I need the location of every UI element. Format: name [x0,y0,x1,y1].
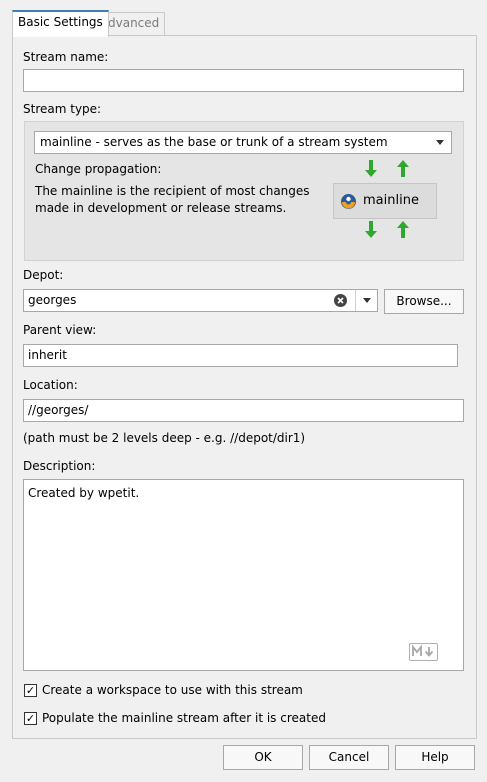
parent-view-input[interactable]: inherit [23,344,458,367]
cancel-button[interactable]: Cancel [309,745,389,770]
populate-stream-label: Populate the mainline stream after it is… [42,711,326,725]
stream-name-input[interactable] [23,69,464,92]
description-textarea[interactable]: Created by wpetit. [23,479,464,671]
mainline-diagram-node: mainline [333,183,437,219]
depot-label: Depot: [23,268,64,282]
ok-button-label: OK [254,750,272,764]
depot-combobox[interactable]: georges [23,289,378,312]
stream-type-select[interactable]: mainline - serves as the base or trunk o… [34,131,452,154]
description-label: Description: [23,459,96,473]
markdown-icon [409,643,438,661]
location-label: Location: [23,378,78,392]
cancel-button-label: Cancel [328,750,370,764]
create-workspace-checkbox[interactable]: ✓ [24,684,37,697]
stream-type-value: mainline - serves as the base or trunk o… [40,135,388,149]
chevron-down-icon [436,140,444,145]
help-button-label: Help [421,750,449,764]
tab-label: Advanced [100,16,160,30]
stream-type-description: The mainline is the recipient of most ch… [35,184,310,215]
stream-name-label: Stream name: [23,50,109,64]
ok-button[interactable]: OK [223,745,303,770]
combobox-divider [355,290,356,311]
browse-button-label: Browse... [396,294,452,308]
location-input[interactable]: //georges/ [23,399,464,422]
browse-button[interactable]: Browse... [384,289,464,314]
tab-label: Basic Settings [18,15,103,29]
mainline-node-label: mainline [363,193,419,208]
clear-icon[interactable] [333,293,348,308]
populate-stream-checkbox[interactable]: ✓ [24,712,37,725]
arrow-down-icon [365,221,377,238]
create-workspace-label: Create a workspace to use with this stre… [42,683,303,697]
parent-view-label: Parent view: [23,323,97,337]
tab-basic-settings[interactable]: Basic Settings [12,10,109,37]
help-button[interactable]: Help [395,745,475,770]
arrow-up-icon [397,160,409,177]
location-hint: (path must be 2 levels deep - e.g. //dep… [23,431,306,445]
stream-type-label: Stream type: [23,102,102,116]
arrow-up-icon [397,221,409,238]
arrow-down-icon [365,160,377,177]
chevron-down-icon[interactable] [363,298,371,303]
change-propagation-label: Change propagation: [35,162,162,176]
depot-value: georges [28,293,77,307]
description-value: Created by wpetit. [28,486,140,500]
stream-logo-icon [341,194,356,209]
